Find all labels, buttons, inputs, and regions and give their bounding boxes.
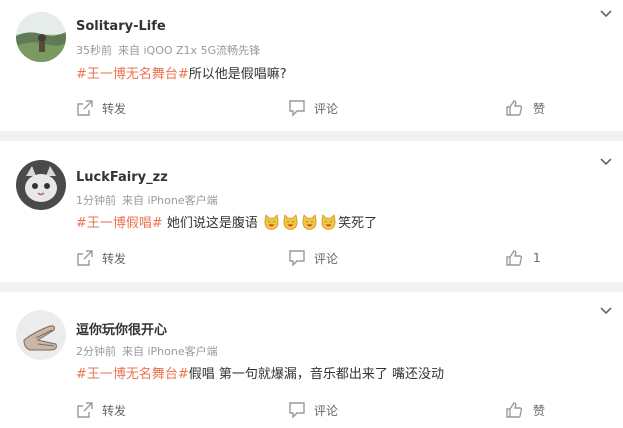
topic-link[interactable]: #王一博无名舞台# <box>76 367 189 382</box>
source-device: 来自 iQOO Z1x 5G流畅先锋 <box>118 44 261 57</box>
timestamp: 35秒前 <box>76 44 112 57</box>
chevron-down-icon[interactable] <box>599 9 613 19</box>
comment-body-end: 笑死了 <box>338 216 378 231</box>
comment-label: 评论 <box>314 403 339 418</box>
username[interactable]: LuckFairy_zz <box>76 170 168 185</box>
source-device: 来自 iPhone客户端 <box>122 345 218 358</box>
like-count: 1 <box>533 251 541 265</box>
timestamp: 1分钟前 <box>76 194 116 207</box>
repost-button[interactable]: 转发 <box>76 96 126 120</box>
repost-label: 转发 <box>102 403 127 418</box>
like-button[interactable]: 赞 <box>505 96 545 120</box>
comment-button[interactable]: 评论 <box>288 398 338 422</box>
action-bar: 转发 评论 1 <box>0 246 623 270</box>
repost-label: 转发 <box>102 251 127 266</box>
repost-button[interactable]: 转发 <box>76 398 126 422</box>
avatar-cat-image <box>16 160 66 210</box>
share-arrow-icon <box>77 100 93 116</box>
comment-body: 所以他是假唱嘛? <box>188 67 287 82</box>
comment-label: 评论 <box>314 251 339 266</box>
username[interactable]: 逗你玩你很开心 <box>76 319 167 338</box>
chat-bubble-icon <box>289 250 305 267</box>
avatar[interactable] <box>16 12 66 62</box>
avatar-landscape-image <box>16 12 66 62</box>
comment-meta: 35秒前 来自 iQOO Z1x 5G流畅先锋 <box>76 42 260 58</box>
share-arrow-icon <box>77 402 93 418</box>
chat-bubble-icon <box>289 402 305 419</box>
comment-feed: Solitary-Life 35秒前 来自 iQOO Z1x 5G流畅先锋 #王一… <box>0 0 623 428</box>
repost-label: 转发 <box>102 101 127 116</box>
like-button[interactable]: 赞 <box>505 398 545 422</box>
avatar[interactable] <box>16 160 66 210</box>
laughing-face-emoji <box>264 214 279 230</box>
comment-meta: 1分钟前 来自 iPhone客户端 <box>76 192 218 208</box>
chevron-down-icon[interactable] <box>599 306 613 316</box>
laughing-face-emoji <box>321 214 336 230</box>
chat-bubble-icon <box>289 100 305 117</box>
comment-text: #王一博无名舞台#假唱 第一句就爆漏，音乐都出来了 嘴还没动 <box>76 363 444 382</box>
like-label: 赞 <box>533 101 546 116</box>
comment-text: #王一博假唱# 她们说这是腹语 笑死了 <box>76 212 377 231</box>
repost-button[interactable]: 转发 <box>76 246 126 270</box>
laughing-face-emoji <box>302 214 317 230</box>
comment-text: #王一博无名舞台#所以他是假唱嘛? <box>76 63 287 82</box>
share-arrow-icon <box>77 250 93 266</box>
avatar[interactable] <box>16 310 66 360</box>
topic-link[interactable]: #王一博假唱# <box>76 216 163 231</box>
like-button[interactable]: 1 <box>505 246 541 270</box>
username[interactable]: Solitary-Life <box>76 19 166 34</box>
comment-card: LuckFairy_zz 1分钟前 来自 iPhone客户端 #王一博假唱# 她们… <box>0 141 623 282</box>
chevron-down-icon[interactable] <box>599 157 613 167</box>
comment-body: 假唱 第一句就爆漏，音乐都出来了 嘴还没动 <box>188 367 445 382</box>
action-bar: 转发 评论 赞 <box>0 398 623 422</box>
thumbs-up-icon <box>506 402 523 418</box>
thumbs-up-icon <box>506 100 523 116</box>
comment-card: Solitary-Life 35秒前 来自 iQOO Z1x 5G流畅先锋 #王一… <box>0 0 623 131</box>
thumbs-up-icon <box>506 250 523 266</box>
action-bar: 转发 评论 赞 <box>0 96 623 120</box>
avatar-hand-image <box>16 310 66 360</box>
timestamp: 2分钟前 <box>76 345 116 358</box>
like-label: 赞 <box>533 403 546 418</box>
comment-label: 评论 <box>314 101 339 116</box>
comment-button[interactable]: 评论 <box>288 96 338 120</box>
topic-link[interactable]: #王一博无名舞台# <box>76 67 189 82</box>
comment-card: 逗你玩你很开心 2分钟前 来自 iPhone客户端 #王一博无名舞台#假唱 第一句… <box>0 292 623 428</box>
source-device: 来自 iPhone客户端 <box>122 194 218 207</box>
comment-button[interactable]: 评论 <box>288 246 338 270</box>
comment-meta: 2分钟前 来自 iPhone客户端 <box>76 343 218 359</box>
comment-body: 她们说这是腹语 <box>162 216 258 231</box>
laughing-face-emoji <box>283 214 298 230</box>
